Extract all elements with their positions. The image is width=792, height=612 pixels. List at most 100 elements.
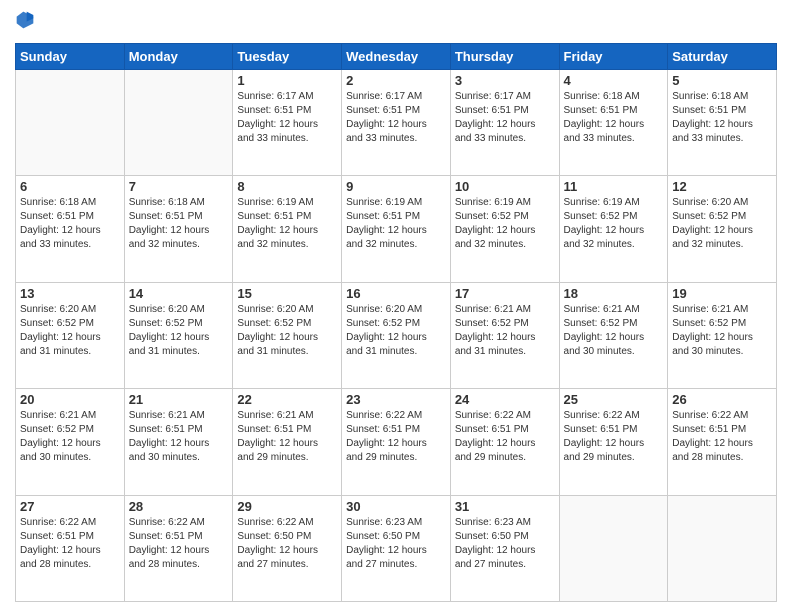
day-info: Sunrise: 6:19 AMSunset: 6:51 PMDaylight:… [237, 196, 337, 252]
day-info: Sunrise: 6:18 AMSunset: 6:51 PMDaylight:… [564, 90, 664, 146]
weekday-header-tuesday: Tuesday [233, 44, 342, 70]
empty-cell [124, 70, 233, 176]
day-cell-26: 26 Sunrise: 6:22 AMSunset: 6:51 PMDayligh… [668, 389, 777, 495]
day-info: Sunrise: 6:20 AMSunset: 6:52 PMDaylight:… [346, 303, 446, 359]
empty-cell [559, 495, 668, 601]
weekday-header-friday: Friday [559, 44, 668, 70]
logo-icon [15, 10, 35, 30]
day-cell-6: 6Sunrise: 6:18 AMSunset: 6:51 PMDaylight… [16, 176, 125, 282]
day-info: Sunrise: 6:17 AMSunset: 6:51 PMDaylight:… [237, 90, 337, 146]
weekday-header-wednesday: Wednesday [342, 44, 451, 70]
day-info: Sunrise: 6:23 AMSunset: 6:50 PMDaylight:… [346, 516, 446, 572]
day-cell-7: 7 Sunrise: 6:18 AMSunset: 6:51 PMDaylight… [124, 176, 233, 282]
weekday-header-thursday: Thursday [450, 44, 559, 70]
day-cell-27: 27 Sunrise: 6:22 AMSunset: 6:51 PMDayligh… [16, 495, 125, 601]
day-number: 29 [237, 499, 337, 514]
day-cell-24: 24 Sunrise: 6:22 AMSunset: 6:51 PMDayligh… [450, 389, 559, 495]
day-cell-23: 23Sunrise: 6:22 AMSunset: 6:51 PMDayligh… [342, 389, 451, 495]
day-info: Sunrise: 6:19 AMSunset: 6:52 PMDaylight:… [564, 196, 664, 252]
week-row-3: 13 Sunrise: 6:20 AMSunset: 6:52 PMDayligh… [16, 282, 777, 388]
calendar-table: SundayMondayTuesdayWednesdayThursdayFrid… [15, 43, 777, 602]
day-number: 14 [129, 286, 229, 301]
day-cell-20: 20Sunrise: 6:21 AMSunset: 6:52 PMDayligh… [16, 389, 125, 495]
week-row-1: 1 Sunrise: 6:17 AMSunset: 6:51 PMDaylight… [16, 70, 777, 176]
weekday-header-saturday: Saturday [668, 44, 777, 70]
day-info: Sunrise: 6:20 AMSunset: 6:52 PMDaylight:… [237, 303, 337, 359]
day-info: Sunrise: 6:18 AMSunset: 6:51 PMDaylight:… [672, 90, 772, 146]
day-cell-10: 10 Sunrise: 6:19 AMSunset: 6:52 PMDayligh… [450, 176, 559, 282]
day-number: 27 [20, 499, 120, 514]
day-cell-14: 14 Sunrise: 6:20 AMSunset: 6:52 PMDayligh… [124, 282, 233, 388]
day-info: Sunrise: 6:17 AMSunset: 6:51 PMDaylight:… [455, 90, 555, 146]
empty-cell [16, 70, 125, 176]
day-number: 22 [237, 392, 337, 407]
day-info: Sunrise: 6:20 AMSunset: 6:52 PMDaylight:… [129, 303, 229, 359]
day-number: 21 [129, 392, 229, 407]
day-info: Sunrise: 6:23 AMSunset: 6:50 PMDaylight:… [455, 516, 555, 572]
day-cell-13: 13Sunrise: 6:20 AMSunset: 6:52 PMDayligh… [16, 282, 125, 388]
day-number: 17 [455, 286, 555, 301]
day-info: Sunrise: 6:20 AMSunset: 6:52 PMDaylight:… [672, 196, 772, 252]
day-number: 2 [346, 73, 446, 88]
day-number: 23 [346, 392, 446, 407]
day-number: 11 [564, 179, 664, 194]
day-number: 31 [455, 499, 555, 514]
day-cell-1: 1 Sunrise: 6:17 AMSunset: 6:51 PMDaylight… [233, 70, 342, 176]
day-info: Sunrise: 6:21 AMSunset: 6:52 PMDaylight:… [20, 409, 120, 465]
day-number: 9 [346, 179, 446, 194]
weekday-header-monday: Monday [124, 44, 233, 70]
day-number: 8 [237, 179, 337, 194]
day-info: Sunrise: 6:21 AMSunset: 6:52 PMDaylight:… [455, 303, 555, 359]
weekday-header-sunday: Sunday [16, 44, 125, 70]
day-cell-9: 9 Sunrise: 6:19 AMSunset: 6:51 PMDaylight… [342, 176, 451, 282]
header [15, 10, 777, 35]
day-number: 26 [672, 392, 772, 407]
day-number: 13 [20, 286, 120, 301]
day-info: Sunrise: 6:18 AMSunset: 6:51 PMDaylight:… [129, 196, 229, 252]
day-number: 16 [346, 286, 446, 301]
day-cell-2: 2 Sunrise: 6:17 AMSunset: 6:51 PMDaylight… [342, 70, 451, 176]
day-number: 18 [564, 286, 664, 301]
day-cell-4: 4 Sunrise: 6:18 AMSunset: 6:51 PMDaylight… [559, 70, 668, 176]
day-cell-25: 25Sunrise: 6:22 AMSunset: 6:51 PMDayligh… [559, 389, 668, 495]
day-number: 6 [20, 179, 120, 194]
day-info: Sunrise: 6:21 AMSunset: 6:51 PMDaylight:… [129, 409, 229, 465]
day-info: Sunrise: 6:19 AMSunset: 6:52 PMDaylight:… [455, 196, 555, 252]
page: SundayMondayTuesdayWednesdayThursdayFrid… [0, 0, 792, 612]
day-cell-15: 15 Sunrise: 6:20 AMSunset: 6:52 PMDayligh… [233, 282, 342, 388]
logo [15, 10, 39, 35]
empty-cell [668, 495, 777, 601]
day-info: Sunrise: 6:21 AMSunset: 6:52 PMDaylight:… [672, 303, 772, 359]
day-number: 19 [672, 286, 772, 301]
day-cell-31: 31 Sunrise: 6:23 AMSunset: 6:50 PMDayligh… [450, 495, 559, 601]
day-number: 25 [564, 392, 664, 407]
day-number: 5 [672, 73, 772, 88]
day-info: Sunrise: 6:22 AMSunset: 6:51 PMDaylight:… [20, 516, 120, 572]
day-cell-12: 12 Sunrise: 6:20 AMSunset: 6:52 PMDayligh… [668, 176, 777, 282]
day-number: 10 [455, 179, 555, 194]
day-info: Sunrise: 6:19 AMSunset: 6:51 PMDaylight:… [346, 196, 446, 252]
day-cell-18: 18 Sunrise: 6:21 AMSunset: 6:52 PMDayligh… [559, 282, 668, 388]
day-cell-17: 17 Sunrise: 6:21 AMSunset: 6:52 PMDayligh… [450, 282, 559, 388]
day-info: Sunrise: 6:22 AMSunset: 6:50 PMDaylight:… [237, 516, 337, 572]
day-number: 3 [455, 73, 555, 88]
day-cell-21: 21 Sunrise: 6:21 AMSunset: 6:51 PMDayligh… [124, 389, 233, 495]
week-row-2: 6 Sunrise: 6:18 AMSunset: 6:51 PMDaylight… [16, 176, 777, 282]
day-number: 28 [129, 499, 229, 514]
day-number: 1 [237, 73, 337, 88]
week-row-4: 20Sunrise: 6:21 AMSunset: 6:52 PMDayligh… [16, 389, 777, 495]
day-number: 24 [455, 392, 555, 407]
day-number: 12 [672, 179, 772, 194]
week-row-5: 27 Sunrise: 6:22 AMSunset: 6:51 PMDayligh… [16, 495, 777, 601]
day-info: Sunrise: 6:22 AMSunset: 6:51 PMDaylight:… [672, 409, 772, 465]
day-info: Sunrise: 6:17 AMSunset: 6:51 PMDaylight:… [346, 90, 446, 146]
day-cell-30: 30Sunrise: 6:23 AMSunset: 6:50 PMDayligh… [342, 495, 451, 601]
day-number: 7 [129, 179, 229, 194]
day-cell-3: 3 Sunrise: 6:17 AMSunset: 6:51 PMDaylight… [450, 70, 559, 176]
day-cell-28: 28Sunrise: 6:22 AMSunset: 6:51 PMDayligh… [124, 495, 233, 601]
day-cell-8: 8 Sunrise: 6:19 AMSunset: 6:51 PMDaylight… [233, 176, 342, 282]
day-number: 15 [237, 286, 337, 301]
day-info: Sunrise: 6:22 AMSunset: 6:51 PMDaylight:… [455, 409, 555, 465]
day-number: 4 [564, 73, 664, 88]
day-info: Sunrise: 6:21 AMSunset: 6:52 PMDaylight:… [564, 303, 664, 359]
